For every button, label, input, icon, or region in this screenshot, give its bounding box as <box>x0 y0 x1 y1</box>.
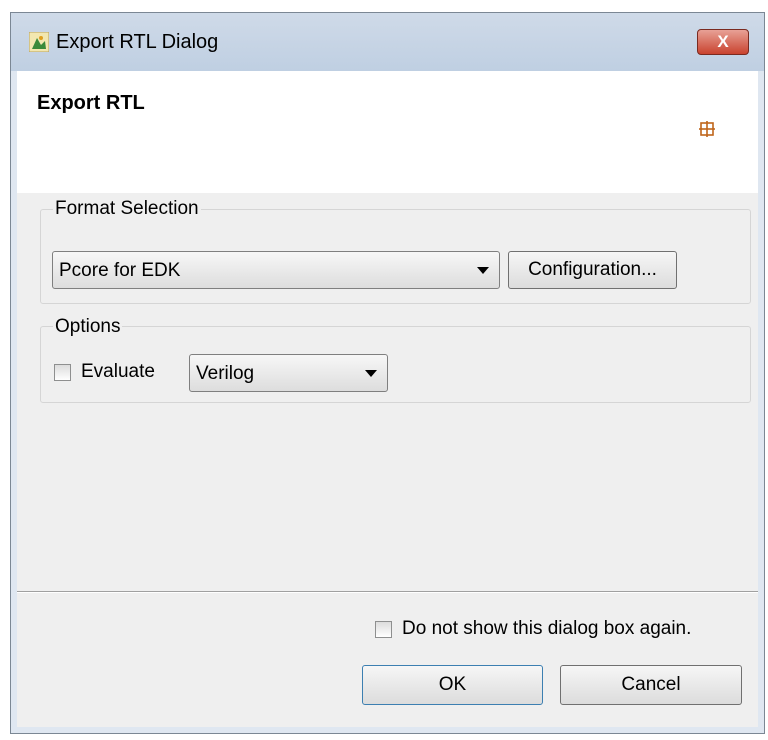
options-label: Options <box>53 316 123 338</box>
do-not-show-label: Do not show this dialog box again. <box>402 618 692 639</box>
configuration-button-label: Configuration... <box>528 259 657 280</box>
evaluate-checkbox[interactable] <box>54 364 71 381</box>
language-select-value: Verilog <box>196 363 255 384</box>
app-icon <box>29 32 49 52</box>
divider-highlight <box>17 592 758 593</box>
evaluate-label: Evaluate <box>81 361 155 382</box>
ok-button[interactable]: OK <box>362 665 543 705</box>
export-rtl-dialog: Export RTL Dialog X Export RTL Format Se… <box>10 12 765 734</box>
grid-icon <box>699 121 715 137</box>
configuration-button[interactable]: Configuration... <box>508 251 677 289</box>
title-bar[interactable]: Export RTL Dialog X <box>11 13 764 71</box>
format-select-value: Pcore for EDK <box>59 260 181 281</box>
language-select[interactable]: Verilog <box>189 354 388 392</box>
cancel-button-label: Cancel <box>621 674 681 695</box>
format-selection-label: Format Selection <box>53 198 201 220</box>
format-select[interactable]: Pcore for EDK <box>52 251 500 289</box>
cancel-button[interactable]: Cancel <box>560 665 742 705</box>
header-area: Export RTL <box>17 71 758 193</box>
chevron-down-icon <box>477 267 489 274</box>
do-not-show-checkbox[interactable] <box>375 621 392 638</box>
close-button[interactable]: X <box>697 29 749 55</box>
window-title: Export RTL Dialog <box>56 31 219 53</box>
ok-button-label: OK <box>438 674 467 695</box>
dialog-body: Export RTL Format Selection Pcore for ED… <box>17 71 758 727</box>
chevron-down-icon <box>365 370 377 377</box>
page-title: Export RTL <box>37 92 145 114</box>
close-icon: X <box>717 32 729 51</box>
